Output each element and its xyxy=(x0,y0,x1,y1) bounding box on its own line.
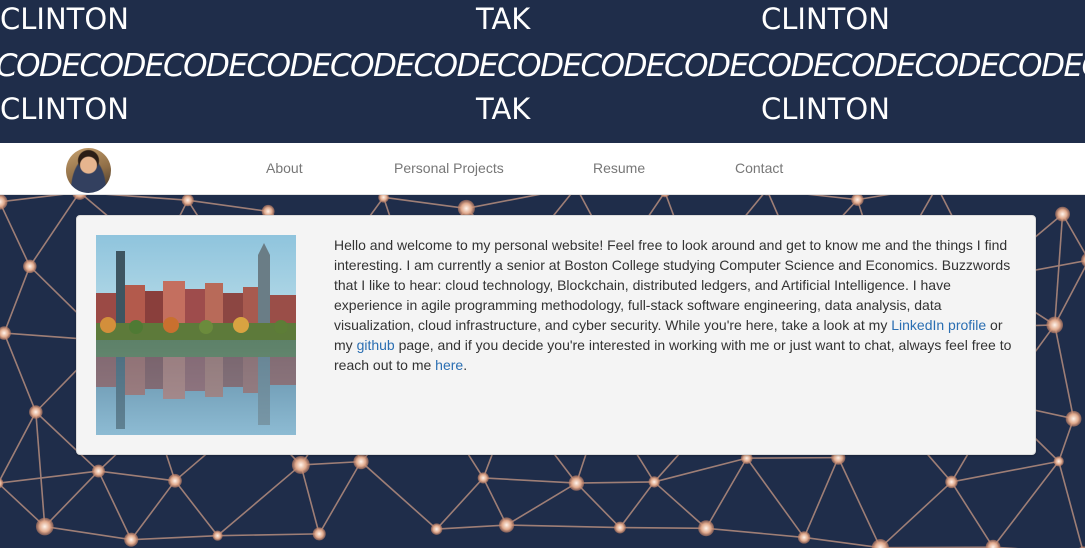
network-node xyxy=(312,527,326,541)
banner-first-name: CLINTON xyxy=(761,92,890,126)
navbar: About Personal Projects Resume Contact xyxy=(0,143,1085,195)
network-edge xyxy=(619,526,707,530)
network-node xyxy=(23,259,37,274)
bio-paragraph: Hello and welcome to my personal website… xyxy=(334,235,1019,375)
banner-code-row: CODECODECODECODECODECODECODECODECODECODE… xyxy=(0,48,1085,84)
network-node xyxy=(353,453,369,470)
github-link[interactable]: github xyxy=(357,337,395,353)
nav-item-contact[interactable]: Contact xyxy=(735,143,783,194)
network-node xyxy=(168,473,182,488)
header-banner: CLINTON TAK CLINTON CODECODECODECODECODE… xyxy=(0,0,1085,143)
bio-text: . xyxy=(463,357,468,373)
contact-here-link[interactable]: here xyxy=(435,357,463,373)
nav-item-resume[interactable]: Resume xyxy=(593,143,645,194)
network-node xyxy=(1055,206,1070,222)
banner-first-name: CLINTON xyxy=(761,2,890,36)
banner-first-name: CLINTON xyxy=(0,2,129,36)
network-node xyxy=(498,517,515,533)
banner-first-name: CLINTON xyxy=(0,92,129,126)
network-node xyxy=(92,464,105,478)
about-card: Hello and welcome to my personal website… xyxy=(76,215,1036,455)
network-node xyxy=(212,530,223,541)
boston-skyline-photo xyxy=(96,235,296,435)
network-node xyxy=(124,532,139,547)
banner-last-name: TAK xyxy=(476,92,531,126)
network-node xyxy=(29,405,43,419)
network-node xyxy=(945,475,958,489)
linkedin-link[interactable]: LinkedIn profile xyxy=(891,317,986,333)
nav-item-about[interactable]: About xyxy=(266,143,303,194)
network-node xyxy=(1046,316,1064,334)
network-node xyxy=(698,520,715,537)
banner-last-name: TAK xyxy=(476,2,531,36)
network-node xyxy=(648,476,660,488)
network-node xyxy=(35,517,54,536)
network-node xyxy=(1065,410,1082,427)
avatar[interactable] xyxy=(66,148,111,193)
network-node xyxy=(568,475,585,491)
network-node xyxy=(614,521,626,534)
banner-name-row: CLINTON TAK CLINTON xyxy=(0,1,1085,37)
network-node xyxy=(477,472,489,484)
network-node xyxy=(291,455,310,474)
network-node xyxy=(430,523,443,535)
network-node xyxy=(1053,456,1064,467)
banner-name-row: CLINTON TAK CLINTON xyxy=(0,91,1085,127)
network-node xyxy=(797,531,811,544)
nav-item-personal-projects[interactable]: Personal Projects xyxy=(394,143,504,194)
